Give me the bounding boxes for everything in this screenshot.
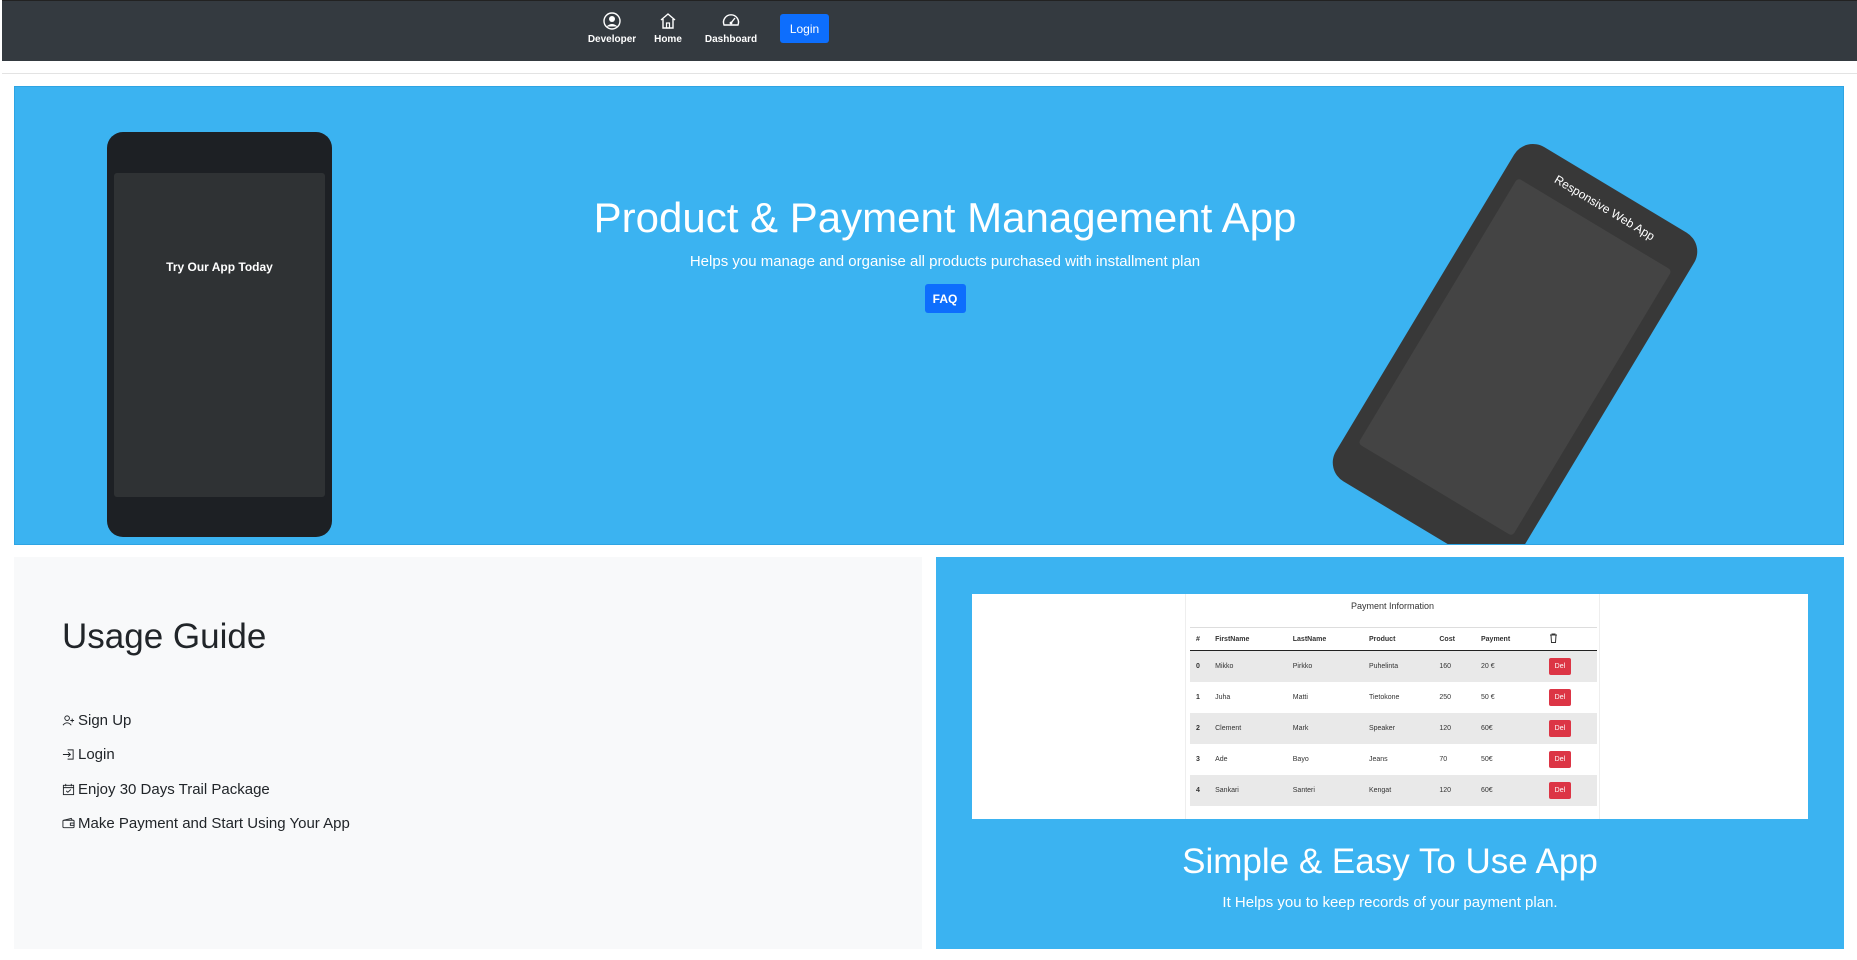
house-icon	[660, 13, 676, 29]
table-cell: Bayo	[1292, 755, 1309, 763]
hero-subtitle: Helps you manage and organise all produc…	[689, 253, 1201, 270]
divider	[2, 73, 1857, 74]
nav-item-dashboard[interactable]: Dashboard	[696, 11, 766, 45]
table-cell: 0	[1190, 650, 1210, 682]
table-row: 1 Juha Matti Tietokone 250 50 € Del	[1190, 682, 1597, 713]
step-label: Enjoy 30 Days Trail Package	[78, 780, 270, 798]
list-item: Enjoy 30 Days Trail Package	[62, 772, 350, 807]
calendar-check-icon	[62, 783, 75, 795]
usage-guide-section: Usage Guide Sign Up Login Enjoy 30 Days …	[14, 557, 922, 949]
hero-section: Try Our App Today Product & Payment Mana…	[14, 86, 1844, 545]
col-header-delete	[1542, 627, 1597, 651]
table-cell: Jeans	[1368, 755, 1388, 763]
list-item: Sign Up	[62, 703, 350, 738]
top-navbar: Developer Home Dashboard Login	[2, 0, 1857, 61]
table-cell: 3	[1196, 755, 1200, 763]
nav-links: Developer Home Dashboard Login	[582, 11, 829, 45]
delete-button[interactable]: Del	[1548, 750, 1571, 768]
phone-screen	[1358, 177, 1672, 537]
table-cell: Del	[1543, 744, 1597, 775]
table-cell: Mikko	[1209, 650, 1287, 682]
delete-button[interactable]: Del	[1548, 781, 1571, 799]
table-cell: Mark	[1286, 712, 1363, 744]
table-cell: 4	[1190, 774, 1210, 806]
table-cell: 60€	[1474, 774, 1543, 806]
table-cell: 50€	[1480, 755, 1493, 763]
table-cell: 2	[1190, 712, 1210, 744]
person-add-icon	[62, 715, 75, 726]
col-header: FirstName	[1209, 627, 1287, 651]
hero-content: Product & Payment Management App Helps y…	[585, 192, 1305, 313]
phone-mockup-left: Try Our App Today	[107, 132, 332, 537]
wallet-icon	[62, 818, 75, 829]
table-cell: 60€	[1474, 712, 1543, 744]
col-header: Payment	[1474, 627, 1543, 651]
nav-label-developer: Developer	[587, 34, 637, 45]
col-header: Cost	[1433, 627, 1475, 651]
table-cell: Matti	[1292, 693, 1308, 701]
table-cell: Del	[1543, 682, 1597, 713]
step-label: Login	[78, 746, 115, 764]
nav-label-dashboard: Dashboard	[704, 34, 758, 45]
table-cell: Del	[1542, 774, 1597, 806]
table-row: 2 Clement Mark Speaker 120 60€ Del	[1190, 712, 1597, 744]
speedometer-icon	[722, 14, 740, 26]
payment-table-card: Payment Information # FirstName LastName…	[1185, 594, 1600, 819]
phone-screen: Try Our App Today	[114, 173, 325, 497]
table-cell: 120	[1433, 774, 1475, 806]
col-header: LastName	[1286, 627, 1363, 651]
table-cell: Sankari	[1209, 774, 1287, 806]
usage-steps-list: Sign Up Login Enjoy 30 Days Trail Packag…	[62, 703, 350, 841]
table-cell: Ade	[1215, 755, 1228, 763]
showcase-section: Payment Information # FirstName LastName…	[936, 557, 1844, 949]
table-cell: 250	[1439, 693, 1452, 701]
table-header-row: # FirstName LastName Product Cost Paymen…	[1190, 627, 1597, 651]
table-cell: 160	[1433, 650, 1475, 682]
showcase-title: Simple & Easy To Use App	[1182, 842, 1598, 881]
phone-mockup-right: Responsive Web App	[1324, 135, 1706, 544]
col-header: #	[1190, 627, 1210, 651]
payment-table: # FirstName LastName Product Cost Paymen…	[1190, 627, 1597, 806]
table-cell: Clement	[1209, 712, 1287, 744]
list-item: Login	[62, 738, 350, 773]
table-cell: Pirkko	[1286, 650, 1363, 682]
trash-icon	[1549, 633, 1557, 643]
step-label: Sign Up	[78, 711, 132, 729]
faq-button[interactable]: FAQ	[924, 284, 966, 313]
table-cell: Puhelinta	[1362, 650, 1434, 682]
payment-table-title: Payment Information	[1350, 601, 1435, 611]
nav-item-home[interactable]: Home	[648, 11, 688, 45]
table-cell: 20 €	[1474, 650, 1543, 682]
usage-guide-title: Usage Guide	[62, 617, 267, 656]
table-cell: 50 €	[1480, 693, 1495, 701]
table-cell: Juha	[1215, 693, 1231, 701]
table-row: 4 Sankari Santeri Kengat 120 60€ Del	[1190, 774, 1597, 806]
showcase-subtitle: It Helps you to keep records of your pay…	[1222, 894, 1558, 911]
delete-button[interactable]: Del	[1548, 657, 1571, 675]
delete-button[interactable]: Del	[1548, 688, 1571, 706]
nav-label-home: Home	[654, 34, 682, 45]
table-cell: Kengat	[1362, 774, 1434, 806]
step-label: Make Payment and Start Using Your App	[78, 815, 350, 833]
user-circle-icon	[603, 12, 621, 30]
table-cell: 70	[1439, 755, 1448, 763]
login-button[interactable]: Login	[780, 14, 829, 43]
list-item: Make Payment and Start Using Your App	[62, 807, 350, 842]
login-icon	[62, 749, 74, 760]
table-cell: Tietokone	[1368, 693, 1400, 701]
phone-text: Try Our App Today	[166, 260, 273, 274]
table-cell: Santeri	[1286, 774, 1363, 806]
table-cell: 1	[1196, 693, 1200, 701]
nav-item-developer[interactable]: Developer	[582, 11, 642, 45]
delete-button[interactable]: Del	[1548, 719, 1571, 737]
table-row: 0 Mikko Pirkko Puhelinta 160 20 € Del	[1190, 650, 1597, 682]
app-screenshot: Payment Information # FirstName LastName…	[972, 594, 1808, 819]
table-row: 3 Ade Bayo Jeans 70 50€ Del	[1190, 744, 1597, 775]
hero-title: Product & Payment Management App	[593, 194, 1297, 241]
table-cell: Del	[1542, 712, 1597, 744]
table-cell: Del	[1542, 650, 1597, 682]
table-cell: 120	[1433, 712, 1475, 744]
table-cell: Speaker	[1362, 712, 1434, 744]
col-header: Product	[1362, 627, 1434, 651]
